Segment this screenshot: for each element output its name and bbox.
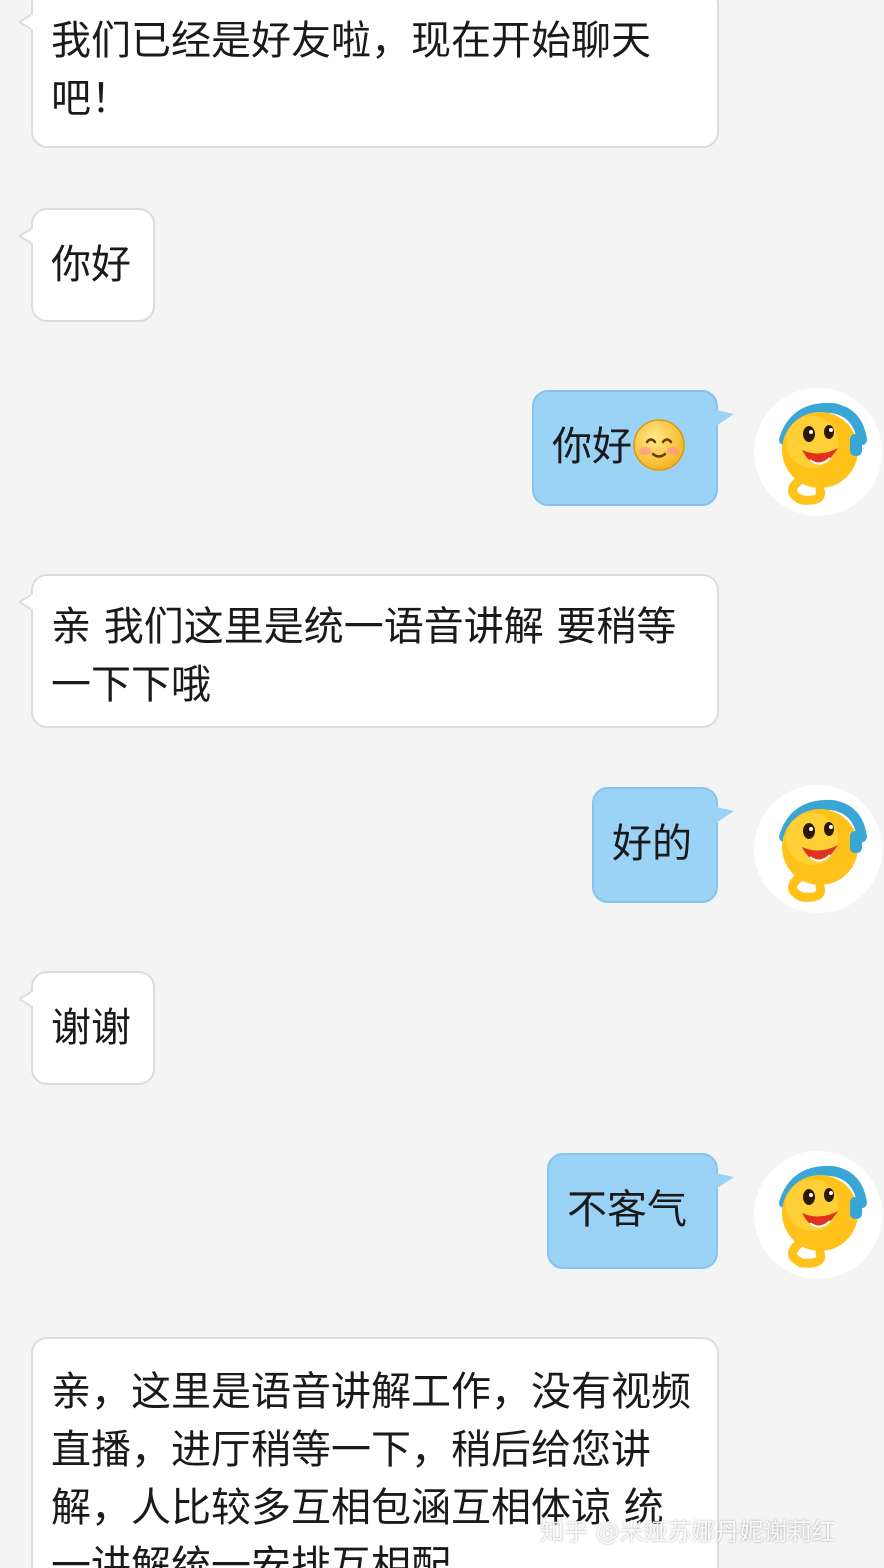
message-bubble-incoming[interactable]: 谢谢 xyxy=(19,971,155,1085)
bubble-tail xyxy=(19,228,33,244)
message-text: 好的 xyxy=(612,821,692,867)
bubble-tail xyxy=(716,807,734,823)
message-bubble-incoming[interactable]: 我们已经是好友啦，现在开始聊天吧！ xyxy=(19,0,719,148)
message-bubble-outgoing[interactable]: 你好 xyxy=(532,390,734,506)
bubble-tail xyxy=(19,991,33,1007)
qq-penguin-avatar-icon[interactable] xyxy=(754,785,882,913)
bubble-tail xyxy=(31,1357,33,1373)
message-bubble-incoming[interactable]: 你好 xyxy=(19,208,155,322)
message-bubble-incoming[interactable]: 亲 我们这里是统一语音讲解 要稍等一下下哦 xyxy=(19,574,719,728)
qq-penguin-avatar-icon[interactable] xyxy=(754,388,882,516)
bubble-tail xyxy=(19,594,33,610)
message-text: 不客气 xyxy=(567,1187,687,1233)
message-bubble-outgoing[interactable]: 好的 xyxy=(592,787,734,903)
bubble-tail xyxy=(716,410,734,426)
watermark: 知乎 @米娅苏娜丹妮谢莉红 xyxy=(540,1518,836,1546)
bubble-tail xyxy=(716,1173,734,1189)
message-text: 亲 我们这里是统一语音讲解 要稍等一下下哦 xyxy=(51,604,677,708)
chat-message-list: 我们已经是好友啦，现在开始聊天吧！ 你好 你好 亲 我们这里是统一语音讲解 要稍… xyxy=(0,0,884,1568)
message-text: 我们已经是好友啦，现在开始聊天吧！ xyxy=(51,18,651,122)
blush-smile-emoji-icon xyxy=(633,419,685,471)
message-text: 谢谢 xyxy=(51,1005,131,1051)
message-text: 你好 xyxy=(552,424,632,470)
message-bubble-outgoing[interactable]: 不客气 xyxy=(547,1153,734,1269)
qq-penguin-avatar-icon[interactable] xyxy=(754,1151,882,1279)
bubble-tail xyxy=(19,14,33,30)
message-text: 你好 xyxy=(51,242,131,288)
